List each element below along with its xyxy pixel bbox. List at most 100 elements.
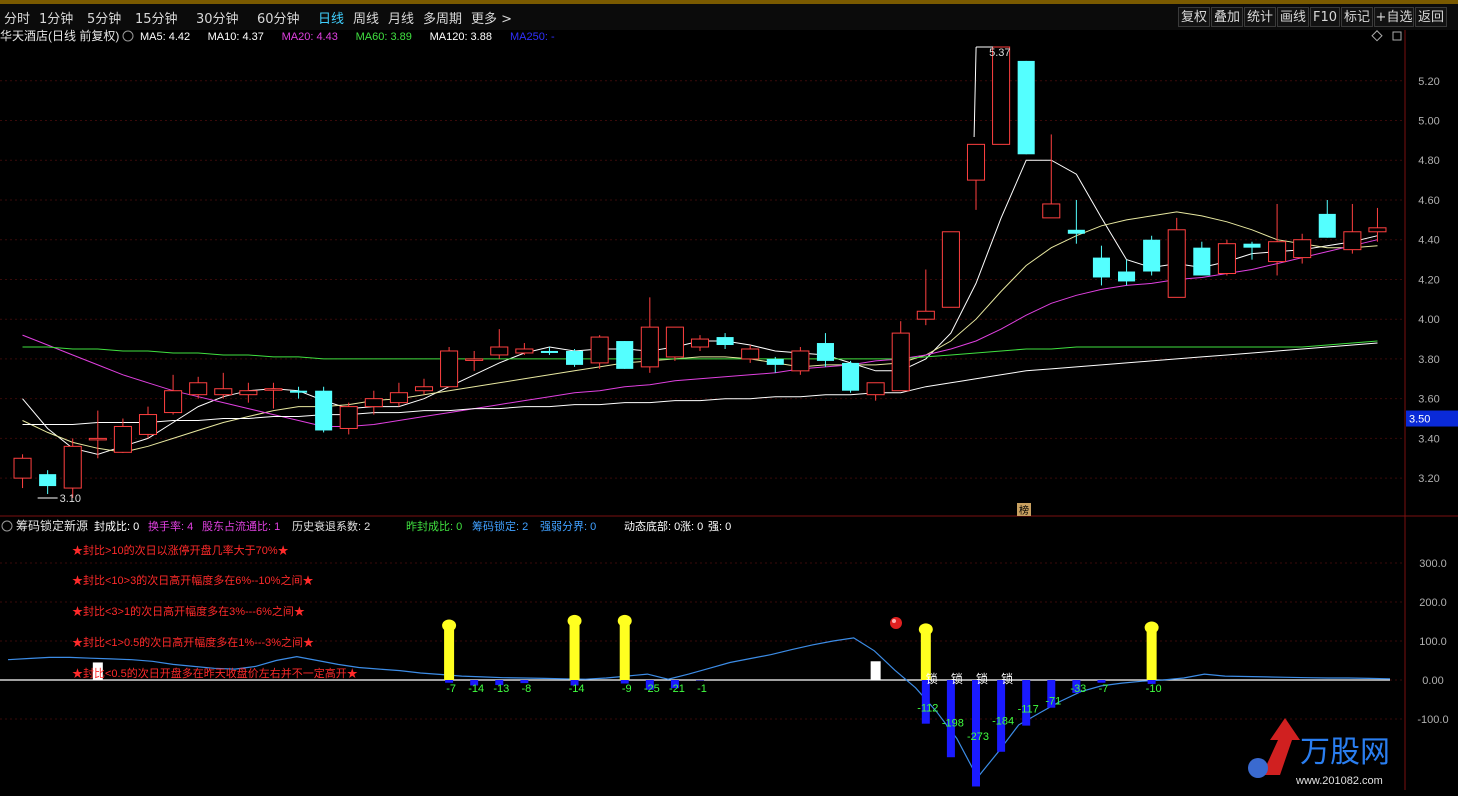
ma-legend-2: MA20: 4.43	[282, 31, 338, 43]
maximize-icon	[1392, 31, 1402, 41]
seal-ratio-bar-cap	[442, 619, 457, 632]
sub-tick-label: -100.0	[1417, 714, 1448, 726]
candle-body-down	[290, 390, 308, 393]
sub-stat-8: 涨: 0	[680, 520, 703, 533]
seal-ratio-note-3: ★封比<1>0.5的次日高开幅度多在1%---3%之间★	[72, 635, 314, 649]
candle-body-up	[1217, 243, 1236, 274]
seal-ratio-note-1: ★封比<10>3的次日高开幅度多在6%--10%之间★	[72, 573, 313, 587]
chart-canvas: 5.20 5.00 4.80 4.60 4.40 4.20 4.00 3.80 3.60 3.40…	[0, 28, 1458, 790]
settings-icon	[122, 30, 134, 42]
candle-body-up	[214, 388, 233, 396]
price-tick-label: 4.80	[1418, 155, 1439, 167]
lock-bar-label: -71	[1045, 695, 1061, 707]
candle-body-down	[566, 350, 584, 365]
sub-stat-6: 强弱分界: 0	[540, 520, 596, 533]
lock-bar-label: -9	[622, 683, 632, 695]
candle-body-up	[364, 398, 383, 408]
sub-tick-label: 300.0	[1419, 558, 1447, 570]
candle-body-down	[1118, 271, 1136, 282]
candle-body-up	[941, 231, 960, 308]
alert-ball-highlight	[892, 619, 896, 623]
alert-ball-icon	[890, 617, 902, 629]
lock-trend-line	[7, 637, 1391, 779]
marker-badge: 榜	[1019, 504, 1029, 517]
candle-body-down	[39, 474, 57, 487]
lock-label-0: 锁	[926, 671, 938, 686]
lock-bar-label: -7	[1099, 683, 1109, 695]
candle-body-up	[1368, 227, 1387, 233]
lock-bar-label: -117	[1018, 704, 1039, 716]
candle-body-down	[1318, 213, 1336, 238]
high-annotation-stem	[973, 46, 977, 138]
lock-bar-label: -8	[521, 683, 531, 695]
sub-stat-9: 强: 0	[708, 521, 731, 533]
lock-bar-label: -25	[644, 683, 660, 695]
candle-body-up	[164, 390, 183, 414]
diamond-icon	[1371, 30, 1383, 42]
seal-ratio-bar-cap	[1144, 621, 1159, 634]
lock-label-2: 锁	[976, 671, 988, 686]
candle-body-down	[1243, 243, 1261, 248]
candle-body-down	[716, 337, 734, 346]
candle-body-up	[239, 390, 258, 396]
candle-body-up	[640, 326, 659, 368]
current-price-tag: 3.50	[1409, 414, 1430, 426]
seal-ratio-note-4: ★封比<0.5的次日开盘多在昨天收盘价左右并不一定高开★	[72, 666, 358, 680]
sub-stat-5: 筹码锁定: 2	[472, 519, 528, 533]
lock-bar-label: -14	[468, 683, 484, 695]
lock-label-1: 锁	[951, 671, 963, 686]
seal-ratio-bar-cap	[918, 623, 933, 636]
candle-body-up	[1293, 239, 1312, 259]
price-tick-label: 3.40	[1418, 433, 1439, 445]
seal-ratio-bar-cap	[617, 614, 632, 627]
candle-body-up	[741, 348, 760, 360]
ma-legend-1: MA10: 4.37	[208, 31, 264, 43]
lock-bar-label: -184	[992, 715, 1014, 727]
sub-stat-1: 换手率: 4	[148, 519, 193, 533]
low-price-label: 3.10	[60, 493, 81, 505]
ma-legend-0: MA5: 4.42	[140, 31, 190, 43]
candle-body-down	[540, 350, 558, 353]
price-tick-label: 3.20	[1418, 473, 1439, 485]
lock-bar-label: -21	[669, 683, 685, 695]
price-tick-label: 4.40	[1418, 235, 1439, 247]
candle-body-up	[88, 437, 107, 441]
lock-bar-label: -13	[493, 683, 509, 695]
candle-body-up	[1343, 231, 1362, 251]
candle-body-down	[1143, 239, 1161, 272]
candle-body-up	[13, 457, 32, 479]
watermark-url: www.201082.com	[1295, 775, 1383, 787]
price-tick-label: 4.20	[1418, 274, 1439, 286]
candle-body-down	[816, 343, 834, 361]
price-tick-label: 3.80	[1418, 354, 1439, 366]
candle-body-up	[992, 46, 1011, 145]
ma-legend-4: MA120: 3.88	[430, 31, 492, 43]
candle-body-up	[490, 346, 509, 356]
white-signal-bar	[870, 661, 881, 680]
lock-bar-label: -7	[446, 683, 456, 695]
sub-tick-label: 100.0	[1419, 636, 1447, 648]
high-price-label: 5.37	[989, 47, 1010, 59]
candle-body-down	[1017, 60, 1035, 155]
candle-body-down	[1092, 257, 1110, 278]
candle-body-up	[515, 348, 534, 354]
ma-line-ma5	[22, 159, 1378, 455]
candle-body-up	[791, 350, 810, 372]
ma-legend-5: MA250: -	[510, 31, 555, 43]
candle-body-up	[63, 445, 82, 489]
candle-body-down	[315, 390, 333, 431]
lock-bar-label: -33	[1070, 683, 1086, 695]
seal-ratio-bar-cap	[567, 614, 582, 627]
watermark-ball-icon	[1248, 758, 1268, 778]
sub-stat-4: 昨封成比: 0	[406, 519, 462, 533]
candle-body-down	[616, 341, 634, 369]
candle-body-up	[138, 414, 158, 435]
candle-body-up	[1042, 203, 1061, 219]
candle-body-up	[389, 392, 408, 404]
sub-settings-icon	[1, 520, 13, 532]
candle-body-up	[966, 143, 986, 181]
lock-label-3: 锁	[1001, 671, 1013, 686]
price-tick-label: 3.60	[1418, 394, 1439, 406]
lock-bar-label: -10	[1146, 683, 1162, 695]
price-tick-label: 4.00	[1418, 314, 1439, 326]
